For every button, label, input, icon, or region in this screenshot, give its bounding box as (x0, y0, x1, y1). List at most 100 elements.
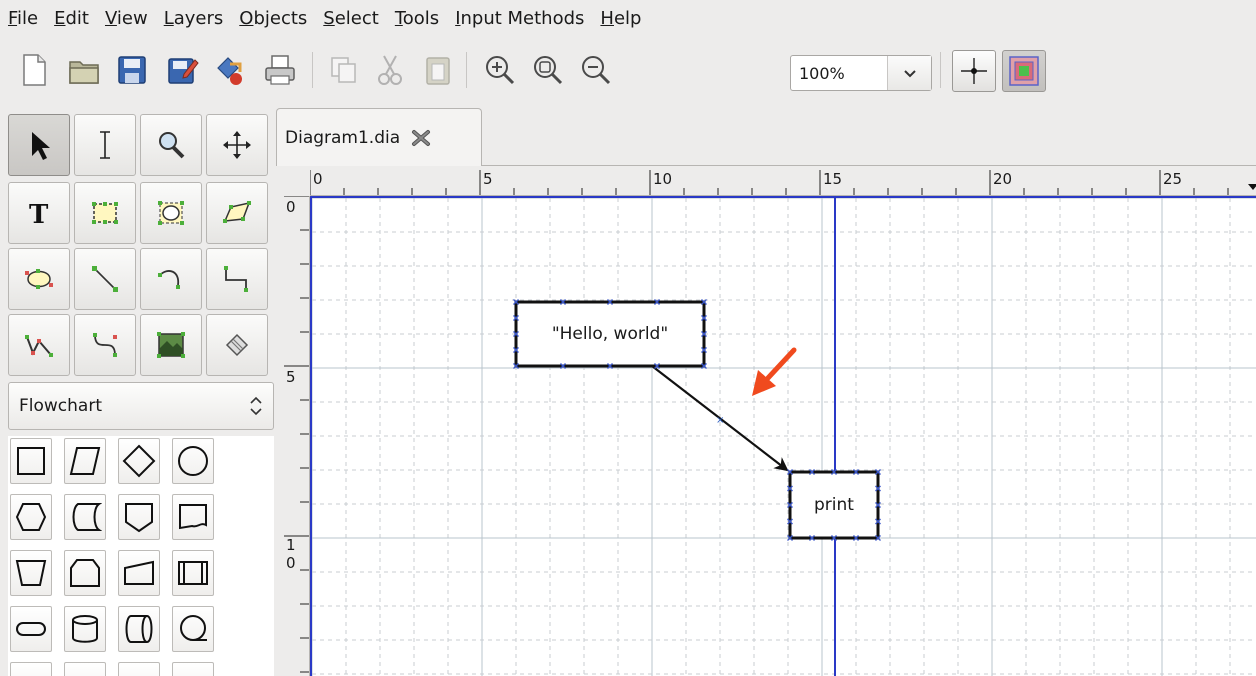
close-icon[interactable] (410, 127, 432, 149)
snap-to-grid-icon[interactable] (952, 50, 996, 92)
text-edit-tool[interactable] (74, 114, 136, 176)
palette-shape-partial[interactable] (10, 662, 52, 676)
svg-text:T: T (29, 200, 49, 230)
print-text: print (814, 495, 854, 515)
text-tool[interactable]: T (8, 182, 70, 244)
bezier-icon (93, 333, 117, 357)
toolbar-separator (940, 52, 941, 88)
ruler-label: 0 (286, 554, 296, 572)
sheet-selector[interactable]: Flowchart (8, 382, 274, 430)
magnify-icon (159, 132, 185, 159)
polyline-tool[interactable] (8, 314, 70, 376)
ruler-label: 20 (993, 170, 1012, 188)
paste-icon[interactable] (418, 50, 458, 90)
scroll-tool[interactable] (206, 114, 268, 176)
zoom-in-icon[interactable] (480, 50, 520, 90)
document-tabs: Diagram1.dia (276, 106, 1256, 166)
offpage-connector-shape-icon[interactable] (118, 494, 160, 540)
predefined-process-shape-icon[interactable] (172, 550, 214, 596)
tab-diagram[interactable]: Diagram1.dia (276, 108, 482, 166)
save-as-icon[interactable] (162, 50, 202, 90)
box-icon (92, 202, 118, 224)
new-file-icon[interactable] (14, 50, 54, 90)
palette-shape-partial[interactable] (64, 662, 106, 676)
copy-icon[interactable] (324, 50, 364, 90)
image-tool[interactable] (140, 314, 202, 376)
palette-shape-partial[interactable] (172, 662, 214, 676)
print-icon[interactable] (260, 50, 300, 90)
direct-data-shape-icon[interactable] (118, 606, 160, 652)
ellipse-tool[interactable] (140, 182, 202, 244)
ruler-label: 5 (483, 170, 493, 188)
ruler-label: 5 (286, 368, 296, 386)
stored-data-shape-icon[interactable] (64, 494, 106, 540)
zigzag-line-tool[interactable] (206, 248, 268, 310)
beziergon-icon (25, 269, 53, 289)
menu-help[interactable]: Help (596, 0, 649, 38)
tab-divider (482, 165, 1256, 166)
zoom-out-icon[interactable] (576, 50, 616, 90)
menu-input-methods[interactable]: Input Methods (451, 0, 592, 38)
menu-edit[interactable]: Edit (50, 0, 97, 38)
menu-select[interactable]: Select (319, 0, 387, 38)
menu-objects[interactable]: Objects (235, 0, 315, 38)
image-icon (157, 332, 185, 358)
polygon-tool[interactable] (206, 182, 268, 244)
svg-text:×: × (716, 415, 724, 426)
decision-shape-icon[interactable] (118, 438, 160, 484)
loop-limit-shape-icon[interactable] (64, 550, 106, 596)
menu-bar: File Edit View Layers Objects Select Tools Inpu… (0, 0, 1256, 38)
box-tool[interactable] (74, 182, 136, 244)
ruler-label: 0 (286, 198, 296, 216)
outline-icon (225, 333, 249, 357)
open-folder-icon[interactable] (64, 50, 104, 90)
horizontal-ruler[interactable]: 0 5 10 15 20 25 (310, 168, 1256, 196)
text-cursor-icon (100, 131, 110, 159)
zoom-input[interactable] (791, 56, 887, 90)
sequential-data-shape-icon[interactable] (172, 606, 214, 652)
palette-shape-partial[interactable] (118, 662, 160, 676)
toolbox: T Flowchart (0, 106, 276, 676)
ruler-label: 15 (823, 170, 842, 188)
annotation-arrow (752, 347, 797, 396)
menu-tools[interactable]: Tools (391, 0, 447, 38)
line-tool[interactable] (74, 248, 136, 310)
ruler-label: 25 (1163, 170, 1182, 188)
preparation-shape-icon[interactable] (10, 494, 52, 540)
pointer-tool[interactable] (8, 114, 70, 176)
document-shape-icon[interactable] (172, 494, 214, 540)
bezier-line-tool[interactable] (74, 314, 136, 376)
diagram-canvas[interactable]: × "Hello, world" print (310, 196, 1256, 676)
beziergon-tool[interactable] (8, 248, 70, 310)
pointer-icon (32, 132, 50, 160)
database-shape-icon[interactable] (64, 606, 106, 652)
menu-view[interactable]: View (101, 0, 156, 38)
toolbar (0, 38, 1256, 106)
zoom-combo[interactable] (790, 55, 932, 91)
vertical-ruler[interactable]: 0510 (282, 196, 310, 676)
arc-icon (158, 270, 180, 289)
ruler-marker-icon (1248, 184, 1256, 190)
menu-layers[interactable]: Layers (160, 0, 232, 38)
magnify-tool[interactable] (140, 114, 202, 176)
up-down-arrows-icon (250, 396, 262, 416)
input-output-shape-icon[interactable] (64, 438, 106, 484)
chevron-down-icon[interactable] (887, 56, 931, 90)
line-icon (92, 266, 118, 292)
manual-operation-shape-icon[interactable] (10, 550, 52, 596)
cut-icon[interactable] (370, 50, 410, 90)
manual-input-shape-icon[interactable] (118, 550, 160, 596)
export-icon[interactable] (210, 50, 250, 90)
menu-file[interactable]: File (4, 0, 46, 38)
zoom-fit-icon[interactable] (528, 50, 568, 90)
ruler-label: 10 (653, 170, 672, 188)
arc-tool[interactable] (140, 248, 202, 310)
save-icon[interactable] (112, 50, 152, 90)
snap-to-objects-icon[interactable] (1002, 50, 1046, 92)
terminator-shape-icon[interactable] (10, 606, 52, 652)
connector-shape-icon[interactable] (172, 438, 214, 484)
outline-tool[interactable] (206, 314, 268, 376)
ruler-label: 1 (286, 536, 296, 554)
toolbar-separator (466, 52, 467, 88)
process-shape-icon[interactable] (10, 438, 52, 484)
